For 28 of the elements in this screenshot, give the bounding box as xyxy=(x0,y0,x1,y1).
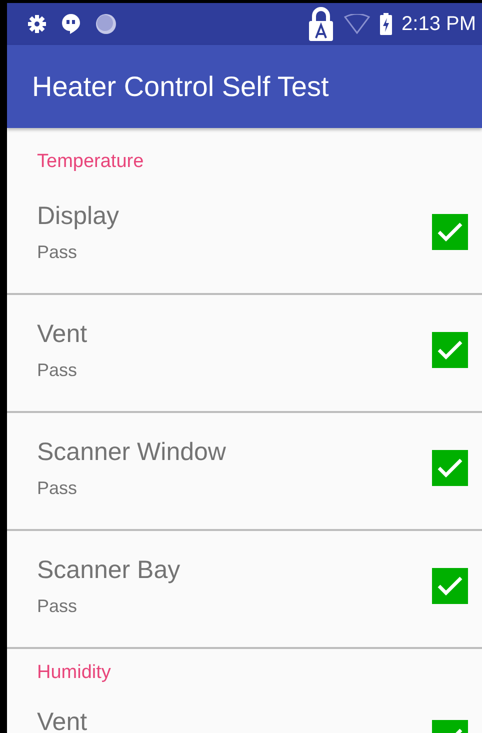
preference-title: Vent xyxy=(37,710,88,733)
checkbox[interactable] xyxy=(432,568,468,604)
gear-icon xyxy=(27,14,47,34)
preference-title: Scanner Window xyxy=(37,440,226,465)
checkbox[interactable] xyxy=(432,332,468,368)
preference-row[interactable]: Display Pass xyxy=(7,172,482,293)
checkbox[interactable] xyxy=(432,450,468,486)
preference-row[interactable]: Vent xyxy=(7,683,482,733)
app-title: Heater Control Self Test xyxy=(32,70,329,102)
preference-title: Display xyxy=(37,204,119,229)
preference-title: Vent xyxy=(37,322,88,347)
wifi-icon xyxy=(344,14,370,34)
preference-summary: Pass xyxy=(37,597,78,615)
category-header: Temperature xyxy=(36,150,145,172)
checkbox[interactable] xyxy=(432,214,468,250)
preference-row[interactable]: Vent Pass xyxy=(7,295,482,411)
preference-title: Scanner Bay xyxy=(37,558,180,583)
preference-row[interactable]: Scanner Bay Pass xyxy=(7,531,482,647)
category-header: Humidity xyxy=(36,661,112,683)
chat-bubble-icon xyxy=(61,13,81,35)
preference-row[interactable]: Scanner Window Pass xyxy=(7,413,482,529)
preference-summary: Pass xyxy=(37,243,78,261)
battery-charging-icon xyxy=(380,13,392,35)
status-time: 2:13 PM xyxy=(402,12,476,36)
preference-summary: Pass xyxy=(37,479,78,497)
circle-icon xyxy=(95,13,117,35)
lock-icon xyxy=(308,7,334,41)
preference-summary: Pass xyxy=(37,361,78,379)
